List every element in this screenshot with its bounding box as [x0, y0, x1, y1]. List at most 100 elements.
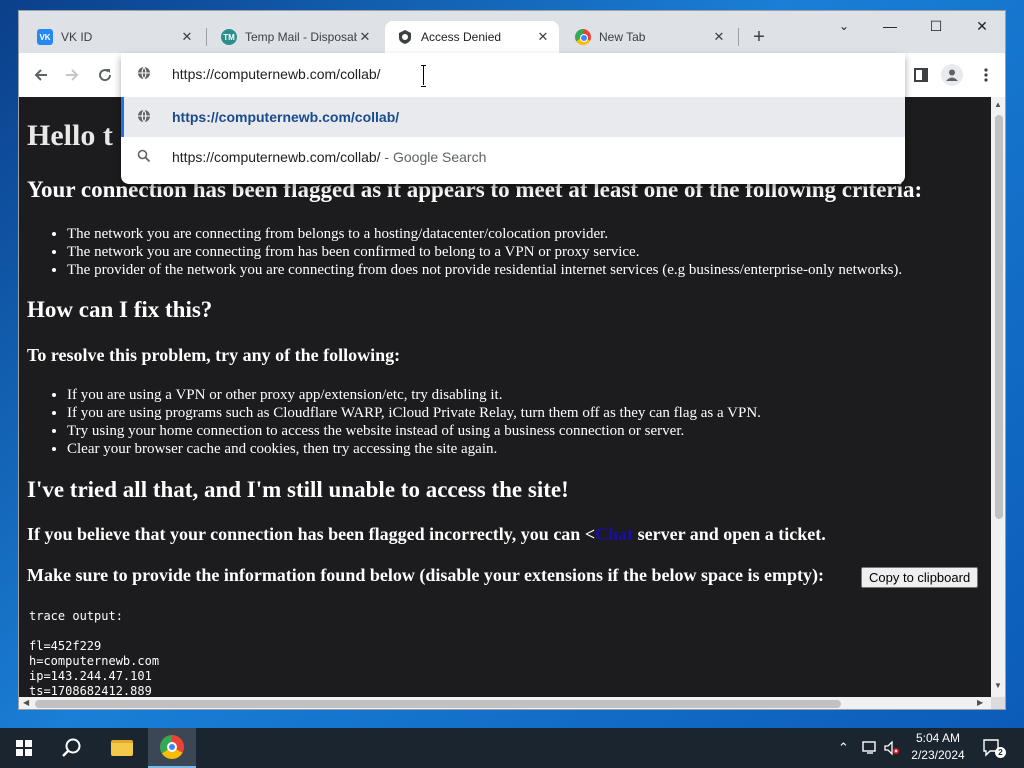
- search-icon: [137, 149, 151, 168]
- start-button[interactable]: [0, 728, 48, 768]
- globe-icon: [137, 109, 151, 128]
- address-bar[interactable]: https://computernewb.com/collab/: [121, 53, 905, 97]
- criteria-list: The network you are connecting from belo…: [67, 225, 902, 279]
- tab-search-button[interactable]: ⌄: [821, 11, 867, 41]
- close-icon[interactable]: ✕: [535, 29, 551, 45]
- list-item: The provider of the network you are conn…: [67, 261, 902, 279]
- new-tab-button[interactable]: +: [747, 25, 771, 49]
- provide-heading: Make sure to provide the information fou…: [27, 565, 825, 585]
- file-explorer-button[interactable]: [98, 728, 146, 768]
- action-center-button[interactable]: 2: [982, 738, 1006, 758]
- suggestion-url[interactable]: https://computernewb.com/collab/: [121, 97, 905, 137]
- profile-button[interactable]: [941, 64, 963, 86]
- chrome-icon: [575, 29, 591, 45]
- list-item: The network you are connecting from has …: [67, 243, 902, 261]
- taskbar: ⌃ 5:04 AM 2/23/2024 2: [0, 728, 1024, 768]
- list-item: The network you are connecting from belo…: [67, 225, 902, 243]
- list-item: Clear your browser cache and cookies, th…: [67, 440, 761, 458]
- list-item: If you are using programs such as Cloudf…: [67, 404, 761, 422]
- chat-link[interactable]: Chat: [595, 524, 633, 544]
- show-hidden-icons-button[interactable]: ⌃: [838, 728, 849, 768]
- address-input[interactable]: https://computernewb.com/collab/: [172, 66, 381, 82]
- globe-icon: [137, 66, 151, 85]
- windows-logo-icon: [16, 740, 32, 756]
- tab-title: Access Denied: [421, 30, 502, 44]
- suggestion-suffix: - Google Search: [380, 149, 487, 165]
- profile-avatar-icon: [946, 69, 958, 81]
- copy-to-clipboard-button[interactable]: Copy to clipboard: [861, 567, 979, 588]
- forward-button[interactable]: [60, 63, 84, 87]
- folder-icon: [111, 740, 133, 756]
- incorrect-suffix: server and open a ticket.: [633, 524, 826, 544]
- access-denied-icon: [397, 29, 413, 45]
- page-viewport: Hello t Your connection has been flagged…: [19, 97, 1005, 709]
- clock-time: 5:04 AM: [915, 731, 961, 745]
- close-window-button[interactable]: ✕: [959, 11, 1005, 41]
- back-button[interactable]: [29, 63, 53, 87]
- volume-muted-icon: [884, 741, 899, 755]
- notification-count: 2: [995, 747, 1006, 758]
- tab-title: Temp Mail - Disposab: [245, 30, 357, 44]
- network-icon: [862, 741, 876, 754]
- horizontal-scrollbar[interactable]: ◀ ▶: [19, 697, 991, 709]
- chrome-icon: [160, 735, 184, 759]
- suggestion-text: https://computernewb.com/collab/ - Googl…: [172, 149, 486, 165]
- trace-output: trace output: fl=452f229 h=computernewb.…: [29, 609, 160, 697]
- menu-button[interactable]: [974, 63, 998, 87]
- volume-button[interactable]: [884, 728, 900, 768]
- tab-title: New Tab: [599, 30, 646, 44]
- scroll-down-icon[interactable]: ▼: [994, 681, 1002, 690]
- tab-vk-id[interactable]: VK VK ID ✕: [25, 21, 203, 53]
- close-icon[interactable]: ✕: [357, 29, 373, 45]
- chevron-down-icon: ⌄: [838, 19, 850, 33]
- kebab-menu-icon: [984, 68, 988, 82]
- plus-icon: +: [753, 25, 765, 48]
- scrollbar-corner: [991, 697, 1005, 709]
- vertical-scrollbar[interactable]: ▲ ▼: [991, 97, 1005, 697]
- fix-heading: How can I fix this?: [27, 297, 213, 322]
- tab-title: VK ID: [61, 30, 93, 44]
- network-button[interactable]: [862, 728, 880, 768]
- tab-access-denied[interactable]: Access Denied ✕: [385, 21, 559, 53]
- chrome-taskbar-button[interactable]: [148, 728, 196, 768]
- clock-date: 2/23/2024: [911, 748, 965, 762]
- reload-button[interactable]: [93, 63, 117, 87]
- back-arrow-icon: [34, 69, 47, 81]
- list-item: If you are using a VPN or other proxy ap…: [67, 386, 761, 404]
- omnibox-dropdown: https://computernewb.com/collab/ https:/…: [121, 53, 905, 184]
- side-panel-icon: [914, 68, 928, 82]
- reload-icon: [99, 69, 112, 82]
- browser-window: VK VK ID ✕ TM Temp Mail - Disposab ✕ Acc…: [18, 10, 1006, 710]
- close-icon[interactable]: ✕: [179, 29, 195, 45]
- incorrect-prefix: If you believe that your connection has …: [27, 524, 596, 544]
- incorrect-flag-text: If you believe that your connection has …: [27, 524, 826, 545]
- suggestion-search[interactable]: https://computernewb.com/collab/ - Googl…: [121, 137, 905, 177]
- scroll-right-icon[interactable]: ▶: [977, 698, 983, 707]
- text-cursor-icon: [421, 65, 427, 87]
- tab-temp-mail[interactable]: TM Temp Mail - Disposab ✕: [209, 21, 381, 53]
- vk-icon: VK: [37, 29, 53, 45]
- tab-new-tab[interactable]: New Tab ✕: [563, 21, 735, 53]
- forward-arrow-icon: [66, 69, 79, 81]
- resolve-heading: To resolve this problem, try any of the …: [27, 345, 401, 365]
- side-panel-button[interactable]: [909, 63, 933, 87]
- scroll-up-icon[interactable]: ▲: [994, 100, 1002, 109]
- list-item: Try using your home connection to access…: [67, 422, 761, 440]
- search-button[interactable]: [48, 728, 96, 768]
- suggestion-query: https://computernewb.com/collab/: [172, 149, 381, 165]
- suggestion-text: https://computernewb.com/collab/: [172, 109, 400, 125]
- tab-separator: [206, 28, 207, 46]
- close-icon[interactable]: ✕: [711, 29, 727, 45]
- maximize-button[interactable]: ☐: [913, 11, 959, 41]
- page-content: Hello t Your connection has been flagged…: [19, 97, 989, 697]
- scrollbar-thumb[interactable]: [995, 115, 1003, 519]
- tab-separator: [738, 28, 739, 46]
- temp-mail-icon: TM: [221, 29, 237, 45]
- taskbar-clock[interactable]: 5:04 AM 2/23/2024: [900, 730, 976, 764]
- scroll-left-icon[interactable]: ◀: [23, 698, 29, 707]
- tried-heading: I've tried all that, and I'm still unabl…: [27, 477, 569, 502]
- fixes-list: If you are using a VPN or other proxy ap…: [67, 386, 761, 458]
- minimize-button[interactable]: —: [867, 11, 913, 41]
- scrollbar-thumb[interactable]: [35, 700, 841, 708]
- page-title: Hello t: [27, 119, 113, 152]
